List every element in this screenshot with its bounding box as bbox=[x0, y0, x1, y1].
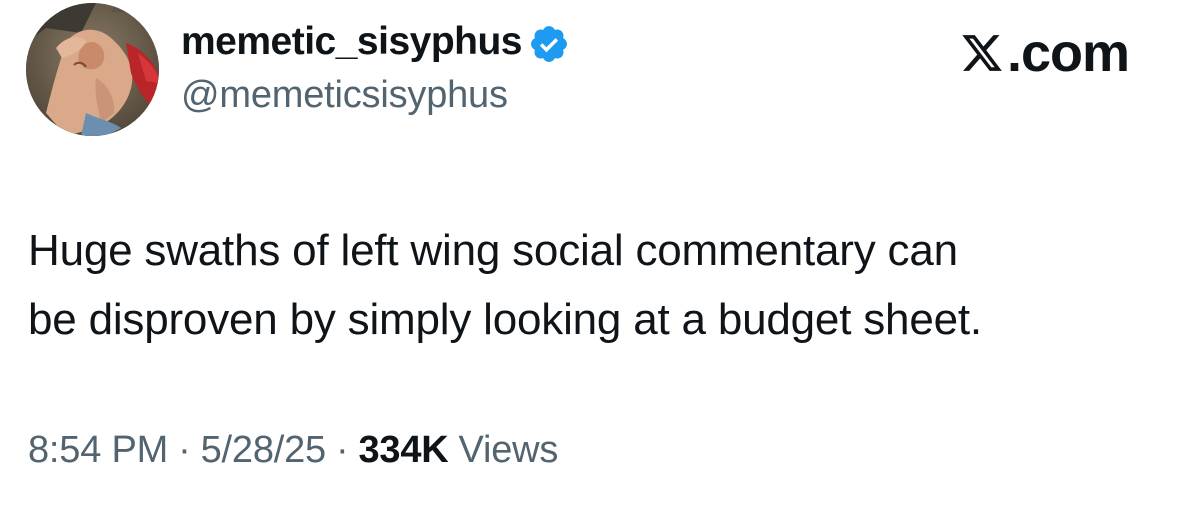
tweet-text-line: be disproven by simply looking at a budg… bbox=[28, 295, 982, 344]
author-display-name[interactable]: memetic_sisyphus bbox=[181, 20, 523, 64]
author-name-row[interactable]: memetic_sisyphus bbox=[181, 14, 570, 70]
tweet-text: Huge swaths of left wing social commenta… bbox=[28, 216, 1158, 354]
tweet-time[interactable]: 8:54 PM bbox=[28, 429, 168, 472]
views-count: 334K bbox=[358, 428, 449, 471]
x-com-text: .com bbox=[1006, 23, 1130, 83]
views-label: Views bbox=[458, 428, 559, 471]
tweet-meta: 8:54 PM · 5/28/25 · 334K Views bbox=[28, 422, 558, 478]
avatar-painting-icon bbox=[26, 3, 159, 136]
tweet-text-line: Huge swaths of left wing social commenta… bbox=[28, 226, 958, 275]
tweet-date[interactable]: 5/28/25 bbox=[201, 429, 327, 472]
x-com-watermark: .com bbox=[960, 22, 1130, 84]
x-logo-icon bbox=[960, 31, 1004, 75]
meta-separator: · bbox=[335, 428, 349, 471]
meta-separator: · bbox=[178, 428, 191, 471]
verified-badge-icon bbox=[528, 23, 570, 65]
avatar[interactable] bbox=[26, 3, 159, 136]
author-handle[interactable]: @memeticsisyphus bbox=[181, 74, 508, 117]
